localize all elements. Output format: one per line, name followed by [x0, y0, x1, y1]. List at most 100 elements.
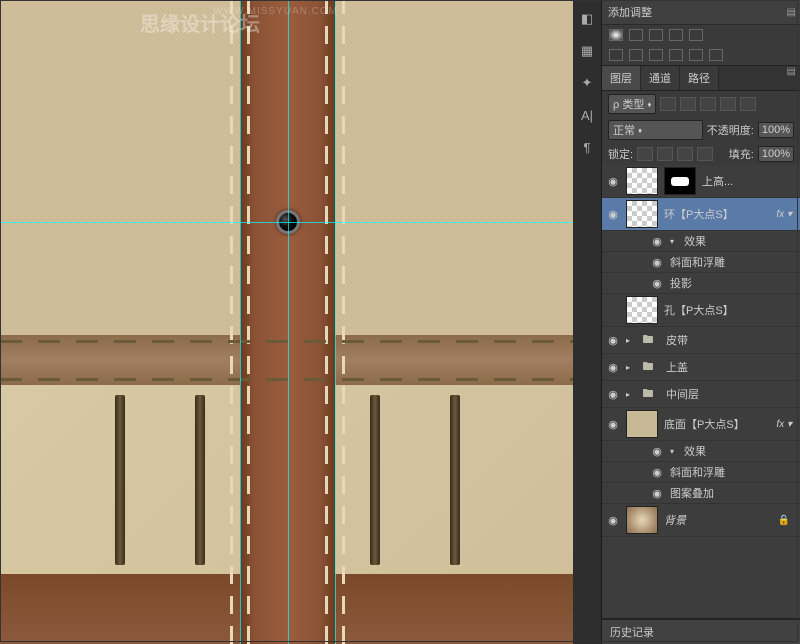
stitch-line	[0, 340, 573, 343]
folder-icon: 🖿	[636, 384, 660, 404]
adjustments-title: 添加调整	[608, 4, 652, 20]
layer-row[interactable]: ◉ 底面【P大点S】 fx ▾	[602, 408, 800, 441]
blend-mode-dropdown[interactable]: 正常♦	[608, 120, 703, 140]
adj-vibrance-icon[interactable]	[689, 29, 703, 41]
adj-balance-icon[interactable]	[629, 49, 643, 61]
layer-row[interactable]: ◉ 背景 🔒	[602, 504, 800, 537]
lock-all-icon[interactable]	[697, 147, 713, 161]
filter-smart-icon[interactable]	[740, 97, 756, 111]
guide-vertical[interactable]	[240, 0, 241, 644]
panel-tabs: 图层 通道 路径 ▤	[602, 66, 800, 91]
panel-menu-icon[interactable]: ▤	[787, 66, 796, 77]
visibility-toggle[interactable]: ◉	[606, 418, 620, 431]
adj-hue-icon[interactable]	[609, 49, 623, 61]
history-panel-header[interactable]: 历史记录	[602, 619, 800, 644]
layer-effect-row[interactable]: ◉▾效果	[602, 441, 800, 462]
watermark-url: WWW.MISSYUAN.COM	[213, 6, 338, 17]
adj-photo-icon[interactable]	[669, 49, 683, 61]
guide-horizontal[interactable]	[0, 222, 573, 223]
layer-row[interactable]: 孔【P大点S】	[602, 294, 800, 327]
folder-icon: 🖿	[636, 357, 660, 377]
layer-thumbnail[interactable]	[626, 296, 658, 324]
layer-mask-thumbnail[interactable]	[664, 167, 696, 195]
visibility-toggle[interactable]: ◉	[606, 388, 620, 401]
layer-group-row[interactable]: ◉ ▸🖿 上盖	[602, 354, 800, 381]
fill-label: 填充:	[729, 146, 754, 162]
slot	[195, 395, 205, 565]
stitch-line	[342, 0, 345, 644]
visibility-toggle[interactable]: ◉	[606, 514, 620, 527]
panel-main: 添加调整 ▤ 图层 通道 路径	[602, 0, 800, 644]
layer-effect-row[interactable]: ◉斜面和浮雕	[602, 252, 800, 273]
fill-input[interactable]: 100%	[758, 146, 794, 162]
document-canvas[interactable]: 思缘设计论坛 WWW.MISSYUAN.COM	[0, 0, 573, 644]
adj-levels-icon[interactable]	[629, 29, 643, 41]
opacity-input[interactable]: 100%	[758, 122, 794, 138]
filter-pixel-icon[interactable]	[660, 97, 676, 111]
layer-row[interactable]: ◉ 上高...	[602, 165, 800, 198]
layer-effect-row[interactable]: ◉图案叠加	[602, 483, 800, 504]
layer-thumbnail[interactable]	[626, 200, 658, 228]
adjustments-panel: 添加调整 ▤	[602, 0, 800, 66]
lock-pixels-icon[interactable]	[657, 147, 673, 161]
lock-icon: 🔒	[778, 515, 796, 526]
adj-brightness-icon[interactable]	[609, 29, 623, 41]
stitch-line	[230, 0, 233, 644]
histogram-icon[interactable]: ◧	[578, 10, 596, 28]
layer-name[interactable]: 背景	[664, 512, 772, 528]
fx-badge[interactable]: fx ▾	[776, 419, 796, 430]
layer-name[interactable]: 中间层	[666, 386, 796, 402]
character-icon[interactable]: A|	[578, 106, 596, 124]
filter-adjust-icon[interactable]	[680, 97, 696, 111]
layer-name[interactable]: 底面【P大点S】	[664, 416, 770, 432]
layers-list[interactable]: ◉ 上高... ◉ 环【P大点S】 fx ▾ ◉▾效果 ◉斜面和浮雕 ◉投影	[602, 165, 800, 618]
stitch-line	[325, 0, 328, 644]
guide-vertical[interactable]	[335, 0, 336, 644]
visibility-toggle[interactable]: ◉	[606, 361, 620, 374]
adj-mixer-icon[interactable]	[689, 49, 703, 61]
layer-thumbnail[interactable]	[626, 167, 658, 195]
tab-layers[interactable]: 图层	[602, 66, 641, 90]
fx-badge[interactable]: fx ▾	[776, 209, 796, 220]
visibility-toggle[interactable]: ◉	[606, 334, 620, 347]
layer-filter-dropdown[interactable]: ρ 类型♦	[608, 94, 656, 114]
folder-icon: 🖿	[636, 330, 660, 350]
adj-exposure-icon[interactable]	[669, 29, 683, 41]
panel-dock: ◧ ▦ ✦ A| ¶	[573, 0, 602, 644]
layer-thumbnail[interactable]	[626, 410, 658, 438]
paragraph-icon[interactable]: ¶	[578, 138, 596, 156]
layer-effect-row[interactable]: ◉斜面和浮雕	[602, 462, 800, 483]
swatches-icon[interactable]: ✦	[578, 74, 596, 92]
layer-group-row[interactable]: ◉ ▸🖿 中间层	[602, 381, 800, 408]
layer-row[interactable]: ◉ 环【P大点S】 fx ▾	[602, 198, 800, 231]
layers-panel: 图层 通道 路径 ▤ ρ 类型♦ 正常♦ 不透明度: 100% 锁定:	[602, 66, 800, 619]
slot	[370, 395, 380, 565]
filter-type-icon[interactable]	[700, 97, 716, 111]
guide-vertical[interactable]	[288, 0, 289, 644]
layer-name[interactable]: 皮带	[666, 332, 796, 348]
navigator-icon[interactable]: ▦	[578, 42, 596, 60]
history-title: 历史记录	[610, 627, 654, 639]
layer-name[interactable]: 上盖	[666, 359, 796, 375]
visibility-toggle[interactable]: ◉	[606, 175, 620, 188]
filter-shape-icon[interactable]	[720, 97, 736, 111]
opacity-label: 不透明度:	[707, 122, 754, 138]
lock-trans-icon[interactable]	[637, 147, 653, 161]
layer-name[interactable]: 上高...	[702, 173, 796, 189]
stitch-line	[247, 0, 250, 644]
lock-move-icon[interactable]	[677, 147, 693, 161]
panel-menu-icon[interactable]: ▤	[787, 7, 796, 18]
adj-curves-icon[interactable]	[649, 29, 663, 41]
layer-name[interactable]: 孔【P大点S】	[664, 302, 796, 318]
adj-lookup-icon[interactable]	[709, 49, 723, 61]
layer-effect-row[interactable]: ◉▾效果	[602, 231, 800, 252]
tab-channels[interactable]: 通道	[641, 66, 680, 90]
lock-label: 锁定:	[608, 146, 633, 162]
layer-effect-row[interactable]: ◉投影	[602, 273, 800, 294]
layer-name[interactable]: 环【P大点S】	[664, 206, 770, 222]
layer-thumbnail[interactable]	[626, 506, 658, 534]
visibility-toggle[interactable]: ◉	[606, 208, 620, 221]
layer-group-row[interactable]: ◉ ▸🖿 皮带	[602, 327, 800, 354]
tab-paths[interactable]: 路径	[680, 66, 719, 90]
adj-bw-icon[interactable]	[649, 49, 663, 61]
